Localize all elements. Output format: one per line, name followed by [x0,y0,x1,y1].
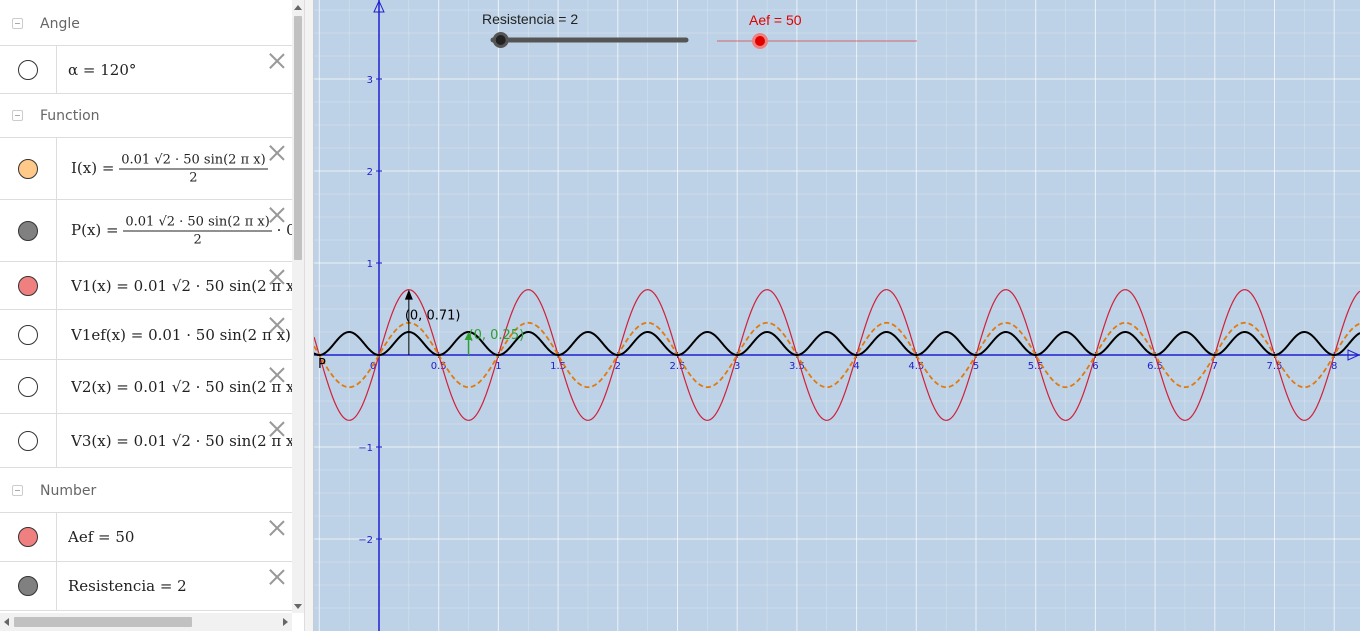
algebra-item-V2[interactable]: V2(x) = 0.01 √2 · 50 sin(2 π x + [0,360,292,414]
visibility-toggle[interactable] [18,376,38,397]
denominator: 2 [193,232,202,247]
fraction: 0.01 √2 · 50 sin(2 π x) 2 [123,214,272,247]
point-P-label: P [318,357,326,372]
marble-cell [0,513,57,561]
y-tick-label: −2 [358,535,373,546]
visibility-toggle[interactable] [18,59,38,80]
scroll-left-icon[interactable] [4,618,9,626]
numerator: 0.01 √2 · 50 sin(2 π x) [119,152,268,169]
close-icon[interactable] [268,420,286,438]
visibility-toggle[interactable] [18,324,38,345]
algebra-item-P[interactable]: P(x) = 0.01 √2 · 50 sin(2 π x) 2 · 0 [0,200,292,262]
category-title: Angle [40,15,80,32]
visibility-toggle[interactable] [18,220,38,241]
expression-prefix: I(x) = [71,158,120,177]
collapse-icon[interactable] [12,109,23,121]
marble-cell [0,310,57,359]
close-icon[interactable] [268,268,286,286]
expression-P[interactable]: P(x) = 0.01 √2 · 50 sin(2 π x) 2 · 0 [71,214,292,247]
expression-Resistencia[interactable]: Resistencia = 2 [68,577,290,595]
y-tick-label: 1 [367,259,373,270]
algebra-vertical-scrollbar[interactable] [292,0,304,613]
marble-cell [0,46,57,93]
axes [314,0,1360,631]
category-title: Number [40,482,97,499]
expression-Aef[interactable]: Aef = 50 [68,528,290,546]
marble-cell [0,262,57,309]
algebra-item-I[interactable]: I(x) = 0.01 √2 · 50 sin(2 π x) 2 [0,138,292,200]
slider-aef-knob-center [755,36,765,46]
expression-prefix: P(x) = [71,220,124,239]
grid [314,0,1360,631]
expression-V1ef[interactable]: V1ef(x) = 0.01 · 50 sin(2 π x) [71,326,292,344]
scroll-thumb[interactable] [294,16,302,260]
close-icon[interactable] [268,52,286,70]
x-tick-label: 2.5 [670,361,686,372]
category-number[interactable]: Number [0,469,292,513]
view-divider[interactable] [304,0,314,631]
marble-cell [0,562,57,610]
algebra-item-alpha[interactable]: α = 120° [0,46,292,94]
algebra-item-Resistencia[interactable]: Resistencia = 2 [0,562,292,611]
collapse-icon[interactable] [12,17,23,29]
x-tick-label: 5.5 [1028,361,1044,372]
marble-cell [0,138,57,199]
scroll-down-icon[interactable] [294,604,302,609]
category-title: Function [40,107,100,124]
peak-label: (0, 0.71) [405,309,461,324]
x-tick-label: 1.5 [550,361,566,372]
algebra-item-V1ef[interactable]: V1ef(x) = 0.01 · 50 sin(2 π x) [0,310,292,360]
visibility-toggle[interactable] [18,527,38,547]
algebra-horizontal-scrollbar[interactable] [0,613,292,631]
slider-aef-label: Aef = 50 [749,12,802,28]
close-icon[interactable] [268,366,286,384]
visibility-toggle[interactable] [18,275,38,296]
fraction: 0.01 √2 · 50 sin(2 π x) 2 [119,152,268,185]
y-tick-label: 3 [367,75,373,86]
marble-cell [0,200,57,261]
close-icon[interactable] [268,144,286,162]
denominator: 2 [189,170,198,185]
visibility-toggle[interactable] [18,158,38,179]
expression-V3[interactable]: V3(x) = 0.01 √2 · 50 sin(2 π x + [71,432,292,450]
expression-alpha[interactable]: α = 120° [68,61,290,79]
expression-V1[interactable]: V1(x) = 0.01 √2 · 50 sin(2 π x) [71,277,292,295]
numerator: 0.01 √2 · 50 sin(2 π x) [123,214,272,231]
close-icon[interactable] [268,316,286,334]
expression-I[interactable]: I(x) = 0.01 √2 · 50 sin(2 π x) 2 [71,152,292,185]
marble-cell [0,414,57,467]
y-tick-label: −1 [358,443,373,454]
expression-V2[interactable]: V2(x) = 0.01 √2 · 50 sin(2 π x + [71,378,292,396]
visibility-toggle[interactable] [18,430,38,451]
power-label: (0, 0.25) [469,328,525,343]
visibility-toggle[interactable] [18,576,38,596]
algebra-item-Aef[interactable]: Aef = 50 [0,513,292,562]
category-angle[interactable]: Angle [0,2,292,46]
scroll-up-icon[interactable] [294,5,302,10]
y-tick-label: 2 [367,167,373,178]
algebra-item-V3[interactable]: V3(x) = 0.01 √2 · 50 sin(2 π x + [0,414,292,468]
marble-cell [0,360,57,413]
peak-arrow-icon [404,289,413,300]
graphics-view[interactable]: 0 0.5 1 1.5 2 2.5 3 3.5 4 4.5 5 5.5 6 6.5 7 7.5 8 3 2 1 −1−… [314,0,1360,631]
scroll-right-icon[interactable] [283,618,288,626]
scroll-thumb[interactable] [14,617,192,627]
close-icon[interactable] [268,206,286,224]
algebra-view: Angle α = 120° Function I(x) = 0.01 √2 ·… [0,0,292,611]
graph-canvas[interactable]: 0 0.5 1 1.5 2 2.5 3 3.5 4 4.5 5 5.5 6 6.5 7 7.5 8 321−1−… [314,0,1360,631]
category-function[interactable]: Function [0,94,292,138]
slider-resistencia-label: Resistencia = 2 [482,11,578,27]
collapse-icon[interactable] [12,484,23,496]
close-icon[interactable] [268,568,286,586]
close-icon[interactable] [268,519,286,537]
slider-resistencia-knob-center [495,35,506,45]
algebra-item-V1[interactable]: V1(x) = 0.01 √2 · 50 sin(2 π x) [0,262,292,310]
